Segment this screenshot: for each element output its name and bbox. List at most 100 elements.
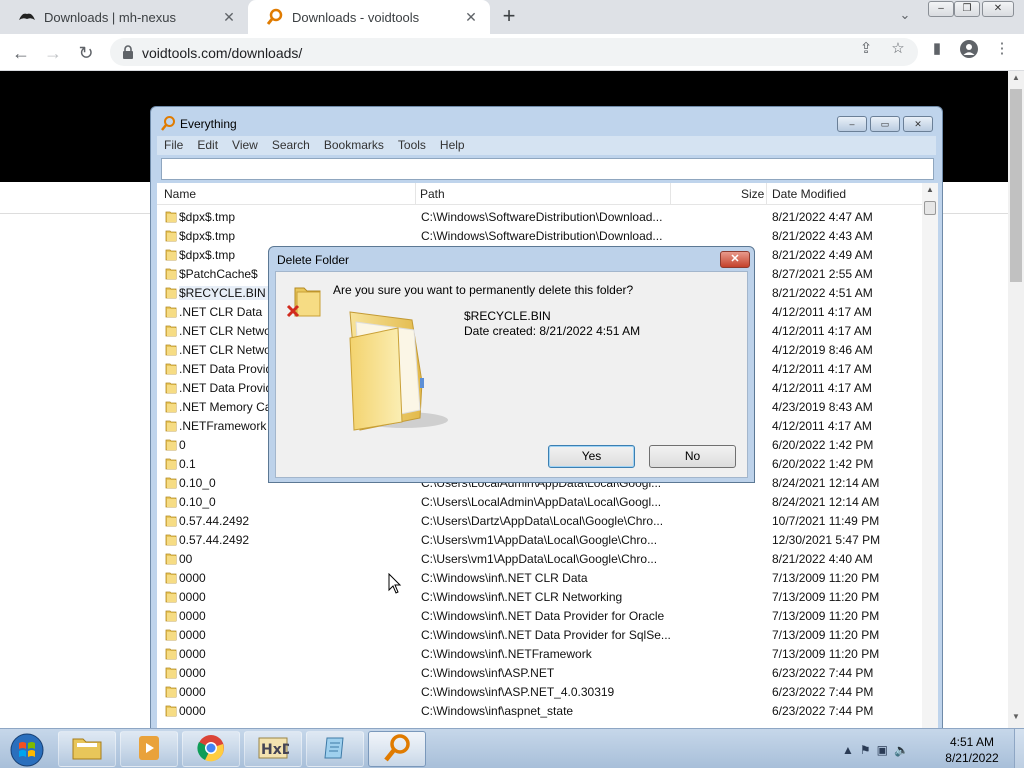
tab-mh-nexus[interactable]: Downloads | mh-nexus ✕ <box>0 0 248 34</box>
column-name[interactable]: Name <box>164 187 196 201</box>
tab-search-chevron-icon[interactable]: ⌄ <box>895 7 915 27</box>
file-name: 0000 <box>179 647 206 661</box>
everything-titlebar[interactable]: Everything – ▭ ✕ <box>151 107 942 137</box>
file-name: 0000 <box>179 590 206 604</box>
side-panel-icon[interactable]: ▮ <box>928 40 946 58</box>
file-path: C:\Windows\inf\ASP.NET <box>421 666 555 680</box>
folder-icon <box>165 342 177 356</box>
start-button[interactable] <box>6 731 48 768</box>
restore-button[interactable]: ❐ <box>954 1 980 17</box>
tab-close-icon[interactable]: ✕ <box>462 9 480 26</box>
file-path: C:\Users\LocalAdmin\AppData\Local\Googl.… <box>421 495 662 509</box>
close-window-button[interactable]: ✕ <box>982 1 1014 17</box>
scroll-up-icon[interactable]: ▲ <box>922 185 938 194</box>
file-name: $dpx$.tmp <box>179 229 236 243</box>
table-row[interactable]: 00 C:\Users\vm1\AppData\Local\Google\Chro… <box>157 549 922 568</box>
table-row[interactable]: 0000 C:\Windows\inf\.NET Data Provider fo… <box>157 606 922 625</box>
action-center-icon[interactable]: ⚑ <box>860 743 871 757</box>
tab-close-icon[interactable]: ✕ <box>220 9 238 26</box>
file-date-modified: 8/21/2022 4:40 AM <box>772 552 873 566</box>
file-date-modified: 4/23/2019 8:43 AM <box>772 400 873 414</box>
volume-icon[interactable]: 🔈 <box>894 743 909 757</box>
table-row[interactable]: 0.57.44.2492 C:\Users\vm1\AppData\Local\G… <box>157 530 922 549</box>
show-desktop-button[interactable] <box>1014 729 1024 768</box>
back-arrow-icon[interactable]: ← <box>8 40 34 66</box>
folder-icon <box>165 513 177 527</box>
column-separator[interactable] <box>670 183 671 205</box>
menu-view[interactable]: View <box>225 136 265 155</box>
table-row[interactable]: 0000 C:\Windows\inf\.NET CLR Networking 7/… <box>157 587 922 606</box>
column-size[interactable]: Size <box>741 187 764 201</box>
tab-voidtools[interactable]: Downloads - voidtools ✕ <box>248 0 490 34</box>
menu-search[interactable]: Search <box>265 136 317 155</box>
dialog-close-button[interactable]: ✕ <box>720 251 750 268</box>
network-icon[interactable]: ▣ <box>877 743 888 757</box>
file-date-modified: 12/30/2021 5:47 PM <box>772 533 881 547</box>
file-date-modified: 4/12/2011 4:17 AM <box>772 305 872 319</box>
system-tray: ▲ ⚑ ▣ 🔈 <box>842 733 909 767</box>
search-input[interactable] <box>161 158 934 180</box>
reload-icon[interactable]: ↻ <box>73 40 99 66</box>
forward-arrow-icon[interactable]: → <box>40 40 66 66</box>
page-scrollbar[interactable]: ▲ ▼ <box>1008 71 1024 728</box>
bookmark-star-icon[interactable]: ☆ <box>889 40 907 58</box>
taskbar-hxd-button[interactable]: HxD <box>244 731 302 767</box>
column-path[interactable]: Path <box>420 187 445 201</box>
table-row[interactable]: $dpx$.tmp C:\Windows\SoftwareDistribution… <box>157 226 922 245</box>
new-tab-button[interactable]: + <box>497 5 521 29</box>
table-row[interactable]: 0000 C:\Windows\inf\ASP.NET 6/23/2022 7:44… <box>157 663 922 682</box>
file-date-modified: 8/21/2022 4:47 AM <box>772 210 873 224</box>
clock[interactable]: 4:51 AM 8/21/2022 <box>932 734 1012 766</box>
table-row[interactable]: 0000 C:\Windows\inf\.NETFramework 7/13/200… <box>157 644 922 663</box>
table-row[interactable]: 0000 C:\Windows\inf\aspnet_state 6/23/2022… <box>157 701 922 720</box>
file-path: C:\Windows\inf\.NETFramework <box>421 647 592 661</box>
menu-bookmarks[interactable]: Bookmarks <box>317 136 391 155</box>
folder-icon <box>165 418 177 432</box>
table-row[interactable]: 0.57.44.2492 C:\Users\Dartz\AppData\Local… <box>157 511 922 530</box>
folder-icon <box>165 304 177 318</box>
table-row[interactable]: $dpx$.tmp C:\Windows\SoftwareDistribution… <box>157 207 922 226</box>
column-separator[interactable] <box>415 183 416 205</box>
menu-file[interactable]: File <box>157 136 190 155</box>
taskbar-explorer-button[interactable] <box>58 731 116 767</box>
menu-help[interactable]: Help <box>433 136 472 155</box>
taskbar-notepad-button[interactable] <box>306 731 364 767</box>
column-date-modified[interactable]: Date Modified <box>772 187 846 201</box>
file-date-modified: 4/12/2019 8:46 AM <box>772 343 873 357</box>
tab-title: Downloads - voidtools <box>292 9 420 25</box>
file-path: C:\Users\vm1\AppData\Local\Google\Chro..… <box>421 533 658 547</box>
folder-icon <box>165 399 177 413</box>
address-bar[interactable]: voidtools.com/downloads/ <box>110 38 918 66</box>
yes-button[interactable]: Yes <box>548 445 635 468</box>
minimize-button[interactable]: – <box>837 116 867 132</box>
folder-icon <box>165 608 177 622</box>
file-path: C:\Windows\SoftwareDistribution\Download… <box>421 210 663 224</box>
profile-avatar-icon[interactable] <box>960 40 978 58</box>
taskbar-everything-button[interactable] <box>368 731 426 767</box>
taskbar-media-player-button[interactable] <box>120 731 178 767</box>
close-button[interactable]: ✕ <box>903 116 933 132</box>
dialog-question: Are you sure you want to permanently del… <box>333 283 634 297</box>
maximize-button[interactable]: ▭ <box>870 116 900 132</box>
taskbar-chrome-button[interactable] <box>182 731 240 767</box>
table-row[interactable]: 0.10_0 C:\Users\LocalAdmin\AppData\Local\… <box>157 492 922 511</box>
results-scrollbar[interactable]: ▲ <box>922 183 938 747</box>
menu-kebab-icon[interactable]: ⋮ <box>993 40 1011 58</box>
scroll-thumb[interactable] <box>924 201 936 215</box>
minimize-button[interactable]: – <box>928 1 954 17</box>
folder-icon <box>165 532 177 546</box>
no-button[interactable]: No <box>649 445 736 468</box>
scroll-thumb[interactable] <box>1010 89 1022 282</box>
folder-icon <box>165 494 177 508</box>
menu-tools[interactable]: Tools <box>391 136 433 155</box>
scroll-down-icon[interactable]: ▼ <box>1008 712 1024 726</box>
scroll-up-icon[interactable]: ▲ <box>1008 73 1024 87</box>
share-icon[interactable]: ⇪ <box>857 40 875 58</box>
menu-edit[interactable]: Edit <box>190 136 225 155</box>
folder-icon <box>165 247 177 261</box>
table-row[interactable]: 0000 C:\Windows\inf\.NET Data Provider fo… <box>157 625 922 644</box>
table-row[interactable]: 0000 C:\Windows\inf\.NET CLR Data 7/13/200… <box>157 568 922 587</box>
show-hidden-icons-icon[interactable]: ▲ <box>842 743 854 757</box>
column-separator[interactable] <box>766 183 767 205</box>
table-row[interactable]: 0000 C:\Windows\inf\ASP.NET_4.0.30319 6/23… <box>157 682 922 701</box>
